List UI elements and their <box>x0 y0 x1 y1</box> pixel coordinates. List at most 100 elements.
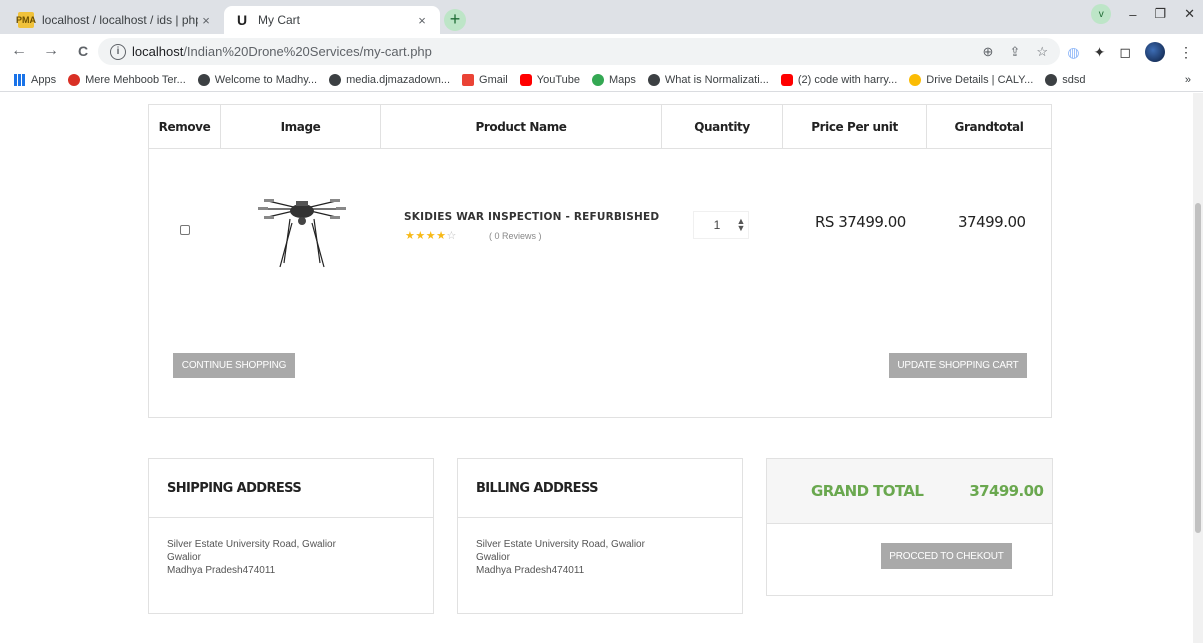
grand-total-label: GRAND TOTAL <box>811 482 924 500</box>
site-icon: U <box>236 12 248 28</box>
page-scrollbar[interactable] <box>1193 93 1203 643</box>
tab-title: My Cart <box>258 13 300 27</box>
forward-icon[interactable]: → <box>38 42 64 60</box>
reload-icon[interactable]: C <box>70 43 96 59</box>
back-icon[interactable]: ← <box>6 42 32 60</box>
drive-icon <box>909 73 922 86</box>
quantity-value[interactable]: 1 <box>694 218 734 232</box>
cart-page: Remove Image Product Name Quantity Price… <box>0 93 1193 643</box>
share-icon[interactable]: ⇪ <box>1009 44 1020 60</box>
close-window-button[interactable]: ✕ <box>1184 6 1195 22</box>
billing-address-text: Silver Estate University Road, Gwalior G… <box>458 518 742 597</box>
tab-title: localhost / localhost / ids | phpM <box>42 13 198 27</box>
rating-stars: ★★★★☆ <box>405 229 457 242</box>
product-image[interactable] <box>254 189 350 269</box>
address-line: Gwalior <box>476 552 510 563</box>
bookmark-item[interactable]: Drive Details | CALY... <box>909 73 1034 86</box>
profile-avatar[interactable] <box>1145 42 1165 62</box>
extensions-puzzle-icon[interactable]: ✦ <box>1094 44 1106 61</box>
header-grandtotal: Grandtotal <box>954 120 1024 134</box>
bookmark-label: Mere Mehboob Ter... <box>85 73 186 86</box>
address-line: Madhya Pradesh474011 <box>167 565 276 576</box>
youtube-icon <box>780 73 793 86</box>
youtube-icon <box>519 73 532 86</box>
site-icon <box>647 73 660 86</box>
update-cart-button[interactable]: UPDATE SHOPPING CART <box>889 353 1027 378</box>
cart-item-row: SKIDIES WAR INSPECTION - REFURBISHED ★★★… <box>149 149 1051 319</box>
menu-icon[interactable]: ⋮ <box>1179 44 1193 61</box>
bookmark-item[interactable]: Welcome to Madhy... <box>197 73 318 86</box>
apps-grid-icon <box>14 73 26 86</box>
row-grandtotal: 37499.00 <box>958 213 1026 231</box>
bookmark-label: YouTube <box>536 73 580 86</box>
bookmark-item[interactable]: Mere Mehboob Ter... <box>68 73 186 86</box>
cart-table-header: Remove Image Product Name Quantity Price… <box>149 105 1051 149</box>
shipping-address-title: SHIPPING ADDRESS <box>149 459 433 518</box>
side-panel-icon[interactable]: ◻ <box>1119 44 1131 61</box>
address-bar[interactable]: i localhost/Indian%20Drone%20Services/my… <box>98 38 1060 65</box>
header-price-per-unit: Price Per unit <box>783 105 927 149</box>
shipping-address-text: Silver Estate University Road, Gwalior G… <box>149 518 433 597</box>
url-host: localhost <box>132 44 184 59</box>
bookmark-label: Welcome to Madhy... <box>214 73 318 86</box>
bookmark-label: media.djmazadown... <box>346 73 451 86</box>
bookmark-item[interactable]: (2) code with harry... <box>780 73 898 86</box>
header-image: Image <box>221 105 381 149</box>
tab-phpmyadmin[interactable]: PMA localhost / localhost / ids | phpM × <box>8 6 224 34</box>
restore-button[interactable]: ❐ <box>1154 6 1166 22</box>
product-name[interactable]: SKIDIES WAR INSPECTION - REFURBISHED <box>404 211 659 223</box>
bookmark-apps[interactable]: Apps <box>14 73 56 86</box>
address-line: Silver Estate University Road, Gwalior <box>476 539 645 550</box>
address-line: Silver Estate University Road, Gwalior <box>167 539 336 550</box>
zoom-icon[interactable]: ⊕ <box>983 44 994 60</box>
browser-toolbar: ← → C i localhost/Indian%20Drone%20Servi… <box>0 34 1203 68</box>
address-line: Gwalior <box>167 552 201 563</box>
checkout-button[interactable]: PROCCED TO CHEKOUT <box>881 543 1012 569</box>
bookmark-item[interactable]: media.djmazadown... <box>329 73 451 86</box>
bookmark-label: What is Normalizati... <box>664 73 769 86</box>
site-info-icon[interactable]: i <box>110 43 126 60</box>
bookmark-youtube[interactable]: YouTube <box>519 73 580 86</box>
bookmark-label: (2) code with harry... <box>797 73 898 86</box>
billing-address-title: BILLING ADDRESS <box>458 459 742 518</box>
continue-shopping-button[interactable]: CONTINUE SHOPPING <box>173 353 295 378</box>
close-icon[interactable]: × <box>198 13 214 28</box>
quantity-stepper[interactable]: 1 ▲ ▼ <box>693 211 749 239</box>
tab-search-icon[interactable]: v <box>1091 4 1112 24</box>
bookmark-item[interactable]: sdsd <box>1045 73 1086 86</box>
bookmark-label: Drive Details | CALY... <box>926 73 1034 86</box>
window-controls: v – ❐ ✕ <box>1091 4 1195 24</box>
url-path: /Indian%20Drone%20Services/my-cart.php <box>183 44 432 59</box>
unit-price: RS 37499.00 <box>815 213 906 231</box>
header-quantity: Quantity <box>662 105 783 149</box>
spinner-arrows-icon[interactable]: ▲ ▼ <box>734 217 748 233</box>
browser-tab-strip: PMA localhost / localhost / ids | phpM ×… <box>0 0 1203 34</box>
bookmark-item[interactable]: What is Normalizati... <box>647 73 769 86</box>
billing-address-panel: BILLING ADDRESS Silver Estate University… <box>457 458 743 614</box>
address-line: Madhya Pradesh474011 <box>476 565 585 576</box>
review-count[interactable]: ( 0 Reviews ) <box>489 231 542 241</box>
bookmark-label: Gmail <box>479 73 508 86</box>
tab-my-cart[interactable]: U My Cart × <box>224 6 440 34</box>
bookmark-label: Maps <box>609 73 636 86</box>
remove-checkbox[interactable] <box>180 225 190 235</box>
extension-shield-icon[interactable]: ◍ <box>1067 44 1079 61</box>
gmail-icon <box>462 73 475 86</box>
globe-icon <box>329 73 342 86</box>
shipping-address-panel: SHIPPING ADDRESS Silver Estate Universit… <box>148 458 434 614</box>
header-remove: Remove <box>149 105 221 149</box>
bookmark-star-icon[interactable]: ☆ <box>1036 44 1048 60</box>
bookmark-gmail[interactable]: Gmail <box>462 73 508 86</box>
extension-icons: ◍ ✦ ◻ ⋮ <box>1067 42 1193 62</box>
bookmark-maps[interactable]: Maps <box>592 73 636 86</box>
more-bookmarks-icon[interactable]: » <box>1185 74 1191 86</box>
music-icon <box>68 73 81 86</box>
star-empty-icon: ☆ <box>446 230 457 242</box>
scrollbar-thumb[interactable] <box>1195 203 1201 533</box>
globe-icon <box>1045 73 1058 86</box>
star-filled-icon: ★★★★ <box>405 230 447 242</box>
minimize-button[interactable]: – <box>1129 7 1136 22</box>
new-tab-button[interactable]: + <box>444 9 466 31</box>
close-icon[interactable]: × <box>414 13 430 28</box>
grand-total-header: GRAND TOTAL 37499.00 <box>767 459 1052 524</box>
